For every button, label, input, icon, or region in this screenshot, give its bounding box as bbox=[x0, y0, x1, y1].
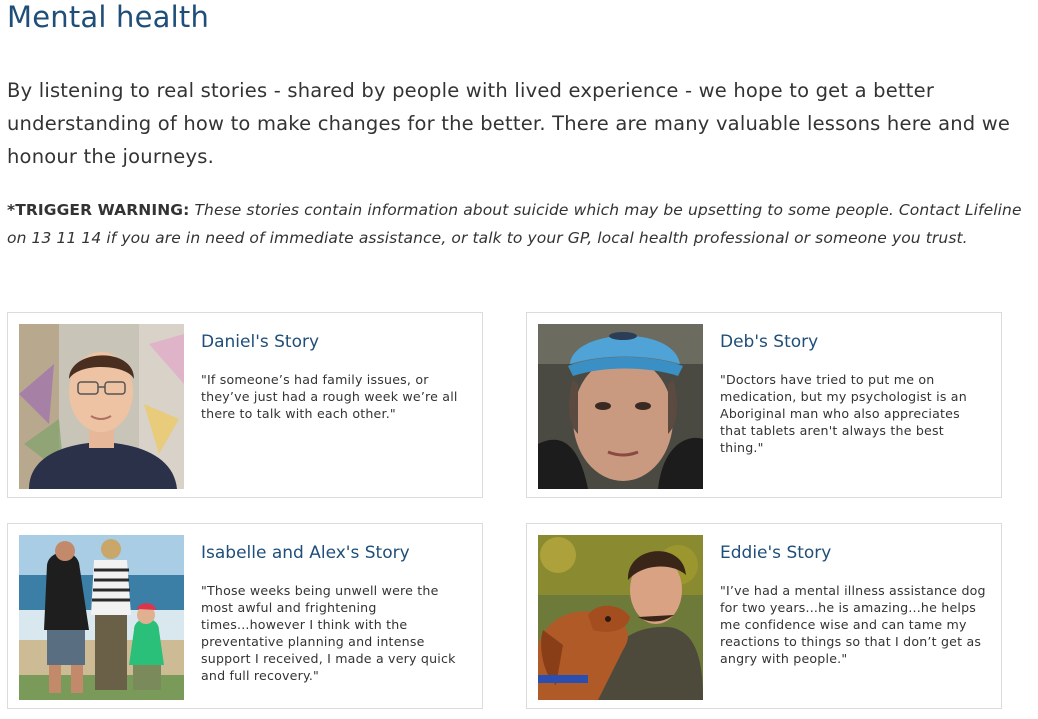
story-quote-deb: "Doctors have tried to put me on medicat… bbox=[720, 372, 967, 455]
story-title-daniel[interactable]: Daniel's Story bbox=[201, 332, 319, 352]
trigger-warning-label: *TRIGGER WARNING: bbox=[7, 201, 190, 219]
story-photo-daniel[interactable] bbox=[19, 324, 184, 489]
page-title: Mental health bbox=[7, 0, 210, 34]
story-card-eddie[interactable]: Eddie's Story "I’ve had a mental illness… bbox=[526, 523, 1002, 709]
story-photo-isabelle-alex[interactable] bbox=[19, 535, 184, 700]
story-quote-eddie: "I’ve had a mental illness assistance do… bbox=[720, 583, 986, 666]
story-title-isabelle-alex[interactable]: Isabelle and Alex's Story bbox=[201, 543, 410, 563]
story-quote-isabelle-alex: "Those weeks being unwell were the most … bbox=[201, 583, 456, 683]
story-title-deb[interactable]: Deb's Story bbox=[720, 332, 818, 352]
story-card-deb[interactable]: Deb's Story "Doctors have tried to put m… bbox=[526, 312, 1002, 498]
trigger-warning: *TRIGGER WARNING: These stories contain … bbox=[7, 196, 1035, 252]
story-card-daniel[interactable]: Daniel's Story "If someone’s had family … bbox=[7, 312, 483, 498]
story-photo-eddie[interactable] bbox=[538, 535, 703, 700]
intro-paragraph: By listening to real stories - shared by… bbox=[7, 79, 1011, 168]
story-quote-daniel: "If someone’s had family issues, or they… bbox=[201, 372, 458, 421]
story-card-isabelle-alex[interactable]: Isabelle and Alex's Story "Those weeks b… bbox=[7, 523, 483, 709]
story-title-eddie[interactable]: Eddie's Story bbox=[720, 543, 831, 563]
story-photo-deb[interactable] bbox=[538, 324, 703, 489]
